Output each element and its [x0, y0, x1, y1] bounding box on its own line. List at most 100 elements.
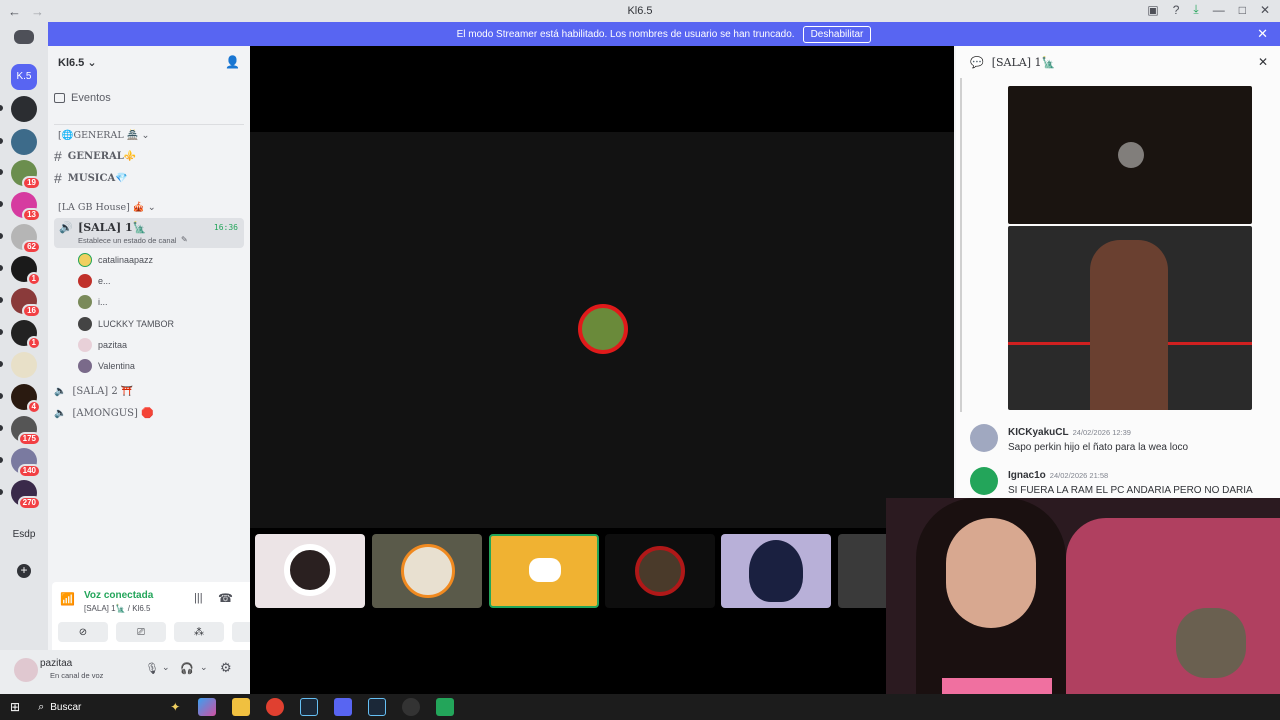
server-icon[interactable]: 4 [0, 384, 41, 414]
server-icon[interactable] [0, 96, 37, 122]
channel-status-prompt[interactable]: Establece un estado de canal [78, 236, 176, 245]
server-icon[interactable]: 13 [0, 192, 41, 222]
file-explorer-icon[interactable] [232, 698, 251, 716]
server-icon[interactable] [0, 352, 37, 378]
disable-streamer-button[interactable]: Deshabilitar [802, 25, 872, 43]
microphone-icon[interactable]: 🎙 [145, 662, 159, 675]
image-attachment[interactable] [1008, 226, 1252, 410]
message-author[interactable]: Ignac1o [1008, 470, 1046, 481]
server-icon[interactable]: 270 [0, 480, 41, 510]
channel-general[interactable]: # GENERAL⚜️ [54, 148, 244, 164]
server-icon[interactable]: Esdp [11, 522, 37, 548]
chat-title: [SALA] 1🗽 [991, 55, 1056, 69]
category-general[interactable]: [🌐GENERAL 🏯 ⌄ [58, 130, 149, 141]
hashtag-icon: # [54, 170, 62, 186]
focused-stream[interactable] [250, 132, 954, 528]
close-chat-icon[interactable]: ✕ [1258, 55, 1268, 69]
copilot-icon[interactable] [198, 698, 217, 716]
server-icon[interactable]: 19 [0, 160, 41, 190]
active-voice-channel[interactable]: 🔊 [SALA] 1🗽 16:36 Establece un estado de… [54, 218, 244, 248]
app-icon[interactable] [436, 698, 455, 716]
chat-message[interactable]: Ignac1o 24/02/2026 21:58 SI FUERA LA RAM … [970, 467, 1253, 496]
chevron-down-icon[interactable]: ⌄ [200, 662, 208, 673]
voice-user[interactable]: e... [78, 274, 111, 288]
participant-tile[interactable] [255, 534, 365, 608]
server-header[interactable]: Kl6.5 ⌄ 👤 [48, 46, 250, 78]
obs-icon[interactable] [402, 698, 421, 716]
server-icon[interactable]: 1 [0, 320, 41, 350]
close-banner-icon[interactable]: ✕ [1257, 26, 1268, 42]
search-icon[interactable]: ⌕ [38, 701, 44, 714]
voice-channel-sala2[interactable]: 🔈 [SALA] 2 ⛩️ [54, 386, 244, 397]
pencil-icon[interactable]: ✎ [181, 235, 188, 244]
voice-channel-time: 16:36 [213, 223, 238, 232]
author-avatar[interactable] [970, 424, 998, 452]
unread-indicator [0, 425, 3, 431]
avatar [78, 295, 92, 309]
server-icon[interactable]: K.5 [11, 64, 37, 90]
voice-user[interactable]: LUCKKY TAMBOR [78, 317, 174, 331]
activities-button[interactable]: ⁂ [174, 622, 224, 642]
events-item[interactable]: Eventos [54, 92, 244, 104]
discord-home-icon[interactable] [14, 30, 34, 44]
close-window-button[interactable]: ✕ [1260, 3, 1270, 17]
voice-channel-path[interactable]: [SALA] 1🗽 / Kl6.5 [84, 604, 150, 613]
windows-taskbar: ⊞ ⌕ Buscar ✦ [0, 694, 1280, 720]
server-icon[interactable]: 1 [0, 256, 41, 286]
download-icon[interactable]: ⤓ [1193, 2, 1198, 17]
speaker-avatar[interactable] [578, 304, 628, 354]
server-icon[interactable]: 140 [0, 448, 41, 478]
server-initials: K.5 [16, 71, 32, 82]
author-avatar[interactable] [970, 467, 998, 495]
message-author[interactable]: KICKyakuCL [1008, 427, 1069, 438]
play-icon[interactable] [1118, 142, 1144, 168]
signal-icon: 📶 [60, 592, 75, 606]
video-attachment[interactable] [1008, 86, 1252, 224]
speaker-icon: 🔈 [54, 408, 67, 419]
steam-icon[interactable] [300, 698, 319, 716]
participant-tile[interactable] [605, 534, 715, 608]
chrome-icon[interactable] [266, 698, 285, 716]
headphones-icon[interactable]: 🎧 [180, 662, 194, 675]
camera-off-button[interactable]: ⊘ [58, 622, 108, 642]
server-icon[interactable]: 62 [0, 224, 41, 254]
voice-user[interactable]: catalinaapazz [78, 253, 153, 267]
participant-tile[interactable] [721, 534, 831, 608]
screen-share-button[interactable]: ⎚ [116, 622, 166, 642]
taskbar-search[interactable]: Buscar [50, 702, 170, 713]
settings-gear-icon[interactable]: ⚙ [220, 660, 232, 676]
minimize-button[interactable]: — [1213, 3, 1225, 17]
unread-indicator [0, 361, 3, 367]
noise-suppression-icon[interactable]: ||| [194, 592, 203, 604]
inbox-icon[interactable]: ▣ [1147, 3, 1158, 17]
steam-icon[interactable] [368, 698, 387, 716]
participant-tile-speaking[interactable] [489, 534, 599, 608]
windows-start-icon[interactable]: ⊞ [10, 700, 20, 714]
mention-badge: 19 [22, 176, 41, 190]
user-avatar[interactable] [14, 658, 38, 682]
chevron-down-icon[interactable]: ⌄ [162, 662, 170, 673]
voice-channel-name: [SALA] 1🗽 [78, 221, 147, 234]
disconnect-icon[interactable]: ☎ [218, 591, 233, 605]
add-server-icon[interactable]: + [17, 564, 31, 578]
avatar [78, 359, 92, 373]
voice-user[interactable]: pazitaa [78, 338, 127, 352]
mention-badge: 62 [22, 240, 41, 254]
chat-message[interactable]: KICKyakuCL 24/02/2026 12:39 Sapo perkin h… [970, 424, 1188, 453]
maximize-button[interactable]: □ [1239, 3, 1246, 17]
voice-channel-amongus[interactable]: 🔈 [AMONGUS] 🛑 [54, 408, 244, 419]
invite-people-icon[interactable]: 👤 [225, 55, 240, 69]
category-gb-house[interactable]: [LA GB House] 🎪 ⌄ [58, 202, 156, 213]
voice-user[interactable]: i... [78, 295, 108, 309]
server-icon[interactable] [0, 129, 37, 155]
voice-user[interactable]: Valentina [78, 359, 135, 373]
banner-message: El modo Streamer está habilitado. Los no… [456, 28, 795, 40]
background-blanket [1066, 518, 1280, 720]
window-titlebar: ← → Kl6.5 ▣ ? ⤓ — □ ✕ [0, 0, 1280, 22]
discord-taskbar-icon[interactable] [334, 698, 353, 716]
channel-musica[interactable]: # MUSICA💎 [54, 170, 244, 186]
participant-tile[interactable] [372, 534, 482, 608]
server-icon[interactable]: 175 [0, 416, 41, 446]
server-icon[interactable]: 16 [0, 288, 41, 318]
help-icon[interactable]: ? [1173, 3, 1180, 17]
